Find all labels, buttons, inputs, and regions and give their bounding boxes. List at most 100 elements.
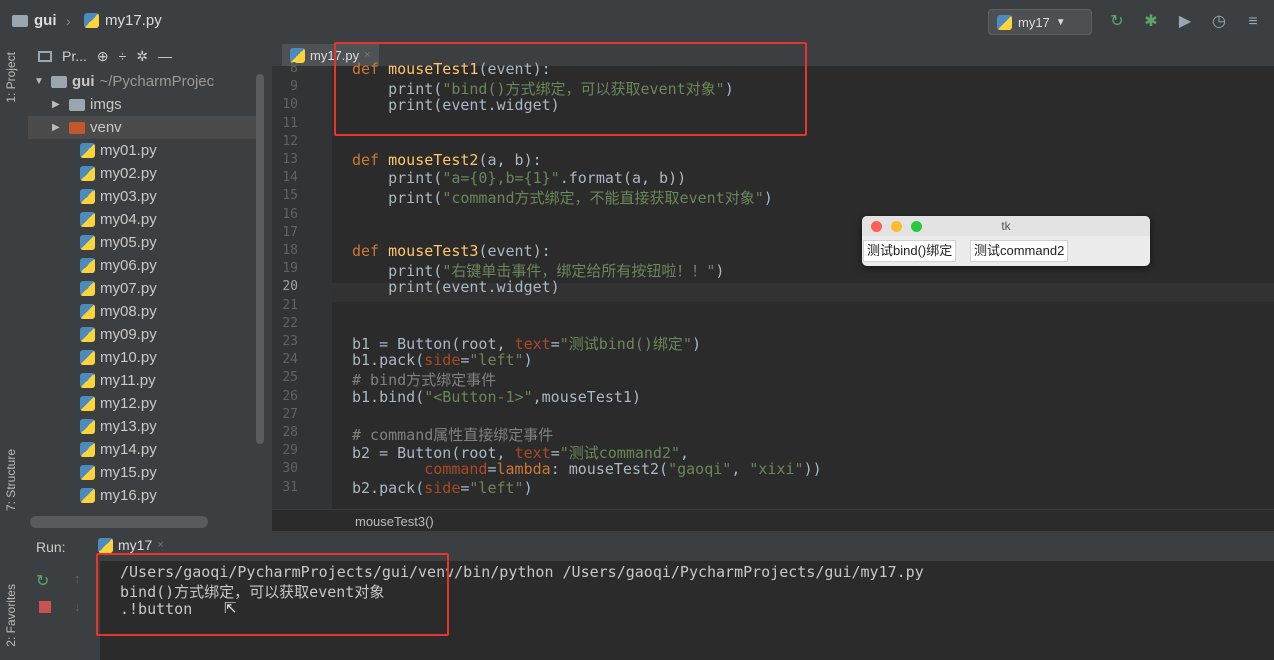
tree-file[interactable]: my10.py: [80, 346, 157, 369]
python-file-icon: [80, 212, 95, 227]
line-gutter: 8 9 10 11 12 13 14 15 16 17 18 19 20 21 22 23 24 25 26 27 28…: [272, 61, 332, 509]
line-number: 26: [282, 388, 298, 404]
code-line[interactable]: print("a={0},b={1}".format(a, b)): [352, 169, 686, 187]
tree-file[interactable]: my11.py: [80, 369, 156, 392]
line-number: 13: [282, 152, 298, 167]
line-number: 18: [282, 243, 298, 258]
code-line[interactable]: b1.pack(side="left"): [352, 351, 533, 369]
tree-file[interactable]: my04.py: [80, 208, 157, 231]
tab-structure[interactable]: 7: Structure: [4, 449, 18, 511]
tree-file-label: my12.py: [100, 395, 157, 412]
tree-file-label: my09.py: [100, 326, 157, 343]
arrow-down-icon[interactable]: ↓: [74, 599, 81, 614]
code-token: side: [424, 351, 461, 370]
run-toolbar: ↻ ↑ ↓: [28, 561, 101, 660]
tree-file[interactable]: my01.py: [80, 139, 157, 162]
line-number: 20: [282, 279, 298, 295]
line-number: 10: [282, 97, 298, 113]
code-token: side: [424, 478, 461, 497]
tree-file[interactable]: my03.py: [80, 185, 157, 208]
tree-root[interactable]: ▼ gui ~/PycharmProjec: [34, 70, 214, 93]
tree-file[interactable]: my08.py: [80, 300, 157, 323]
hide-icon[interactable]: —: [158, 48, 172, 64]
tree-file[interactable]: my09.py: [80, 323, 157, 346]
arrow-up-icon[interactable]: ↑: [74, 571, 81, 586]
rerun-icon[interactable]: ↻: [1107, 12, 1127, 32]
project-view-selector[interactable]: Pr...: [62, 48, 87, 64]
tree-folder[interactable]: ▶ imgs: [28, 93, 256, 116]
tree-file[interactable]: my12.py: [80, 392, 157, 415]
line-number: 16: [282, 206, 298, 222]
tree-folder[interactable]: ▶ venv: [28, 116, 256, 139]
folder-icon: [69, 98, 85, 111]
tree-file[interactable]: my07.py: [80, 277, 157, 300]
python-file-icon: [80, 189, 95, 204]
line-number: 23: [282, 334, 298, 349]
run-config-dropdown[interactable]: my17 ▼: [988, 9, 1092, 35]
code-line[interactable]: command=lambda: mouseTest2("gaoqi", "xix…: [352, 460, 821, 479]
editor-breadcrumb[interactable]: mouseTest3(): [355, 514, 434, 529]
zoom-dot-icon[interactable]: [911, 221, 922, 232]
close-icon[interactable]: ×: [157, 539, 163, 551]
tab-project[interactable]: 1: Project: [4, 52, 18, 103]
code-token: "command方式绑定，不能直接获取event对象": [442, 189, 764, 208]
tree-file[interactable]: my02.py: [80, 162, 157, 185]
tree-file[interactable]: my14.py: [80, 438, 157, 461]
tree-file[interactable]: my15.py: [80, 461, 157, 484]
tree-folder-label: venv: [90, 119, 122, 136]
code-line[interactable]: print("command方式绑定，不能直接获取event对象"): [352, 187, 773, 208]
profile-icon[interactable]: ◷: [1209, 12, 1229, 32]
tab-favorites[interactable]: 2: Favorites: [4, 584, 18, 647]
globe-icon[interactable]: ⊕: [97, 48, 109, 65]
code-line[interactable]: b1.bind("<Button-1>",mouseTest1): [352, 388, 641, 406]
tree-file-label: my15.py: [100, 464, 157, 481]
stop-icon[interactable]: [39, 601, 51, 613]
debug-icon[interactable]: ✱: [1141, 12, 1161, 32]
chevron-right-icon: ›: [66, 13, 71, 29]
line-number: 21: [282, 297, 298, 313]
tree-file[interactable]: my13.py: [80, 415, 157, 438]
minimize-dot-icon[interactable]: [891, 221, 902, 232]
run-config-label: my17: [1018, 14, 1050, 30]
rerun-icon[interactable]: ↻: [36, 571, 49, 591]
code-line[interactable]: b2.pack(side="left"): [352, 479, 533, 497]
horizontal-scrollbar[interactable]: [30, 516, 208, 528]
python-file-icon: [80, 143, 95, 158]
breadcrumb-folder[interactable]: gui: [12, 12, 57, 29]
code-line[interactable]: def mouseTest2(a, b):: [352, 151, 542, 169]
run-label: Run:: [36, 539, 66, 555]
project-panel: Pr... ⊕ ÷ ✲ — ▼ gui ~/PycharmProjec ▶ im…: [28, 44, 272, 531]
run-with-coverage-icon[interactable]: ▶: [1175, 12, 1195, 32]
expand-arrow-icon: ▶: [52, 122, 60, 133]
tk-bind-button[interactable]: 测试bind()绑定: [863, 240, 957, 262]
tree-file-label: my13.py: [100, 418, 157, 435]
line-number: 8: [290, 61, 298, 76]
close-dot-icon[interactable]: [871, 221, 882, 232]
tree-file[interactable]: my06.py: [80, 254, 157, 277]
code-token: : mouseTest2(: [550, 460, 669, 479]
tree-file[interactable]: my05.py: [80, 231, 157, 254]
more-icon[interactable]: ≡: [1243, 12, 1263, 32]
python-file-icon: [80, 465, 95, 480]
python-file-icon: [80, 166, 95, 181]
tk-window-title: tk: [1001, 219, 1011, 233]
line-number: 30: [282, 461, 298, 477]
python-file-icon: [84, 13, 99, 28]
collapse-icon[interactable]: ÷: [119, 48, 127, 64]
python-file-icon: [98, 537, 113, 553]
folder-icon: [12, 14, 28, 27]
vertical-scrollbar[interactable]: [256, 74, 264, 444]
run-tab[interactable]: my17 ×: [98, 537, 164, 553]
tree-file-label: my10.py: [100, 349, 157, 366]
tree-file[interactable]: my16.py: [80, 484, 157, 507]
tk-command-button[interactable]: 测试command2: [970, 240, 1069, 262]
expand-arrow-icon: ▶: [52, 99, 60, 110]
tree-file-label: my05.py: [100, 234, 157, 251]
code-line[interactable]: print(event.widget): [352, 278, 560, 296]
line-number: 15: [282, 188, 298, 204]
breadcrumb-file[interactable]: my17.py: [84, 12, 162, 29]
code-line[interactable]: def mouseTest3(event):: [352, 242, 551, 260]
navigation-bar: gui › my17.py my17 ▼ ↻ ✱ ▶ ◷ ≡: [0, 0, 1274, 45]
gear-icon[interactable]: ✲: [136, 48, 148, 65]
line-number: 29: [282, 443, 298, 459]
